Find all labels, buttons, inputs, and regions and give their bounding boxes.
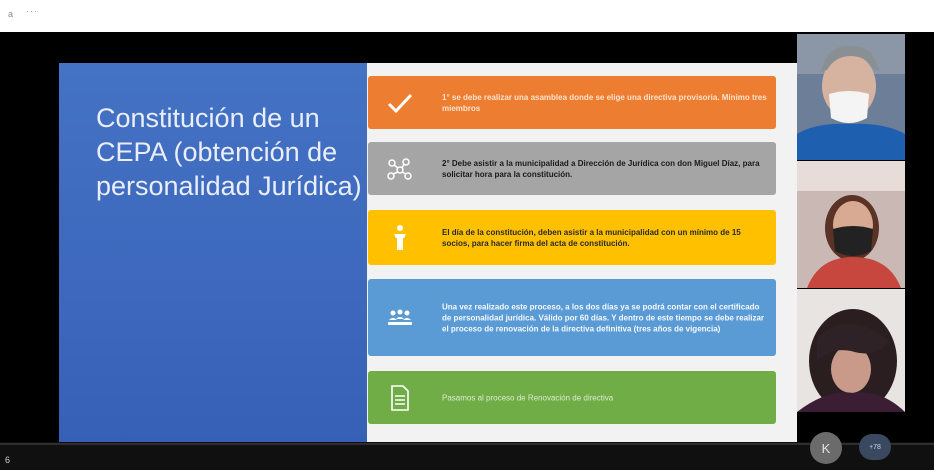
checkmark-icon [384, 87, 416, 119]
meeting-control-bar [0, 442, 934, 470]
step-card-3: El día de la constitución, deben asistir… [368, 210, 776, 265]
slide-page-number: 6 [5, 455, 11, 465]
top-toolbar: a ··· [0, 0, 934, 32]
step-text-1: 1° se debe realizar una asamblea donde s… [442, 92, 767, 113]
more-participants-button[interactable]: +78 [859, 434, 891, 460]
step-text-5: Pasamos al proceso de Renovación de dire… [442, 393, 614, 402]
participant-video-1[interactable] [797, 34, 905, 160]
step-text-2: 2° Debe asistir a la municipalidad a Dir… [442, 158, 760, 179]
slide-title: Constitución de un CEPA (obtención de pe… [96, 103, 362, 201]
app-letter: a [8, 9, 14, 19]
group-icon [384, 302, 416, 334]
step-card-5: Pasamos al proceso de Renovación de dire… [368, 371, 776, 424]
network-icon [384, 153, 416, 185]
participant-video-3[interactable] [797, 289, 905, 412]
participant-avatar[interactable]: K [810, 432, 842, 464]
step-text-4: Una vez realizado este proceso, a los do… [442, 302, 765, 333]
step-card-1: 1° se debe realizar una asamblea donde s… [368, 76, 776, 129]
presentation-progress-bar [0, 443, 934, 445]
step-card-4: Una vez realizado este proceso, a los do… [368, 279, 776, 356]
document-icon [384, 382, 416, 414]
slide-title-panel: Constitución de un CEPA (obtención de pe… [59, 63, 367, 447]
participant-video-2[interactable] [797, 161, 905, 288]
more-options-icon[interactable]: ··· [26, 6, 38, 16]
step-text-3: El día de la constitución, deben asistir… [442, 227, 741, 248]
step-card-2: 2° Debe asistir a la municipalidad a Dir… [368, 142, 776, 195]
speaker-podium-icon [384, 222, 416, 254]
